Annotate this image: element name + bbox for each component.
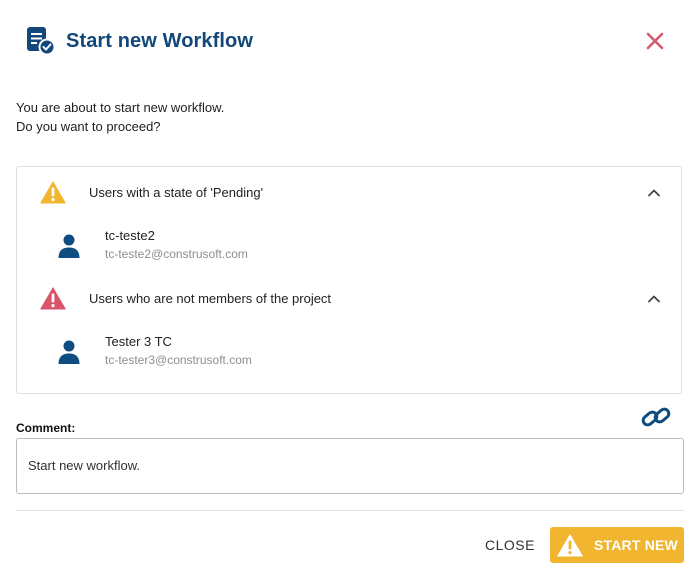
user-name: Tester 3 TC <box>105 334 172 349</box>
warning-triangle-amber-icon <box>39 179 67 205</box>
start-new-button[interactable]: START NEW <box>550 527 684 563</box>
user-icon <box>57 233 81 259</box>
dialog-header: Start new Workflow <box>24 25 253 57</box>
chevron-up-icon[interactable] <box>646 185 662 201</box>
link-icon[interactable] <box>640 404 672 430</box>
comment-label: Comment: <box>16 421 76 435</box>
workflow-document-check-icon <box>24 25 56 57</box>
dialog-title: Start new Workflow <box>66 29 254 52</box>
start-workflow-dialog: Start new Workflow You are about to star… <box>0 0 699 578</box>
footer-divider <box>16 510 684 511</box>
group-label: Users who are not members of the project <box>89 291 332 306</box>
user-email: tc-teste2@construsoft.com <box>105 247 248 261</box>
user-email: tc-tester3@construsoft.com <box>105 353 252 367</box>
warning-triangle-red-icon <box>39 285 67 311</box>
warning-triangle-icon <box>556 532 584 558</box>
start-new-label: START NEW <box>594 537 678 553</box>
affected-users-panel: Users with a state of 'Pending' tc-teste… <box>16 166 682 394</box>
user-icon <box>57 339 81 365</box>
comment-textarea[interactable]: Start new workflow. <box>16 438 684 494</box>
intro-text: You are about to start new workflow. Do … <box>16 98 224 136</box>
user-row: Tester 3 TC tc-tester3@construsoft.com <box>17 331 683 375</box>
user-name: tc-teste2 <box>105 228 155 243</box>
close-button[interactable]: CLOSE <box>480 527 540 563</box>
user-row: tc-teste2 tc-teste2@construsoft.com <box>17 225 683 269</box>
intro-line-2: Do you want to proceed? <box>16 119 161 134</box>
group-header-non-members[interactable]: Users who are not members of the project <box>17 279 683 315</box>
intro-line-1: You are about to start new workflow. <box>16 100 225 115</box>
group-label: Users with a state of 'Pending' <box>89 185 264 200</box>
group-header-pending[interactable]: Users with a state of 'Pending' <box>17 173 683 209</box>
close-icon[interactable] <box>641 29 669 57</box>
chevron-up-icon[interactable] <box>646 291 662 307</box>
